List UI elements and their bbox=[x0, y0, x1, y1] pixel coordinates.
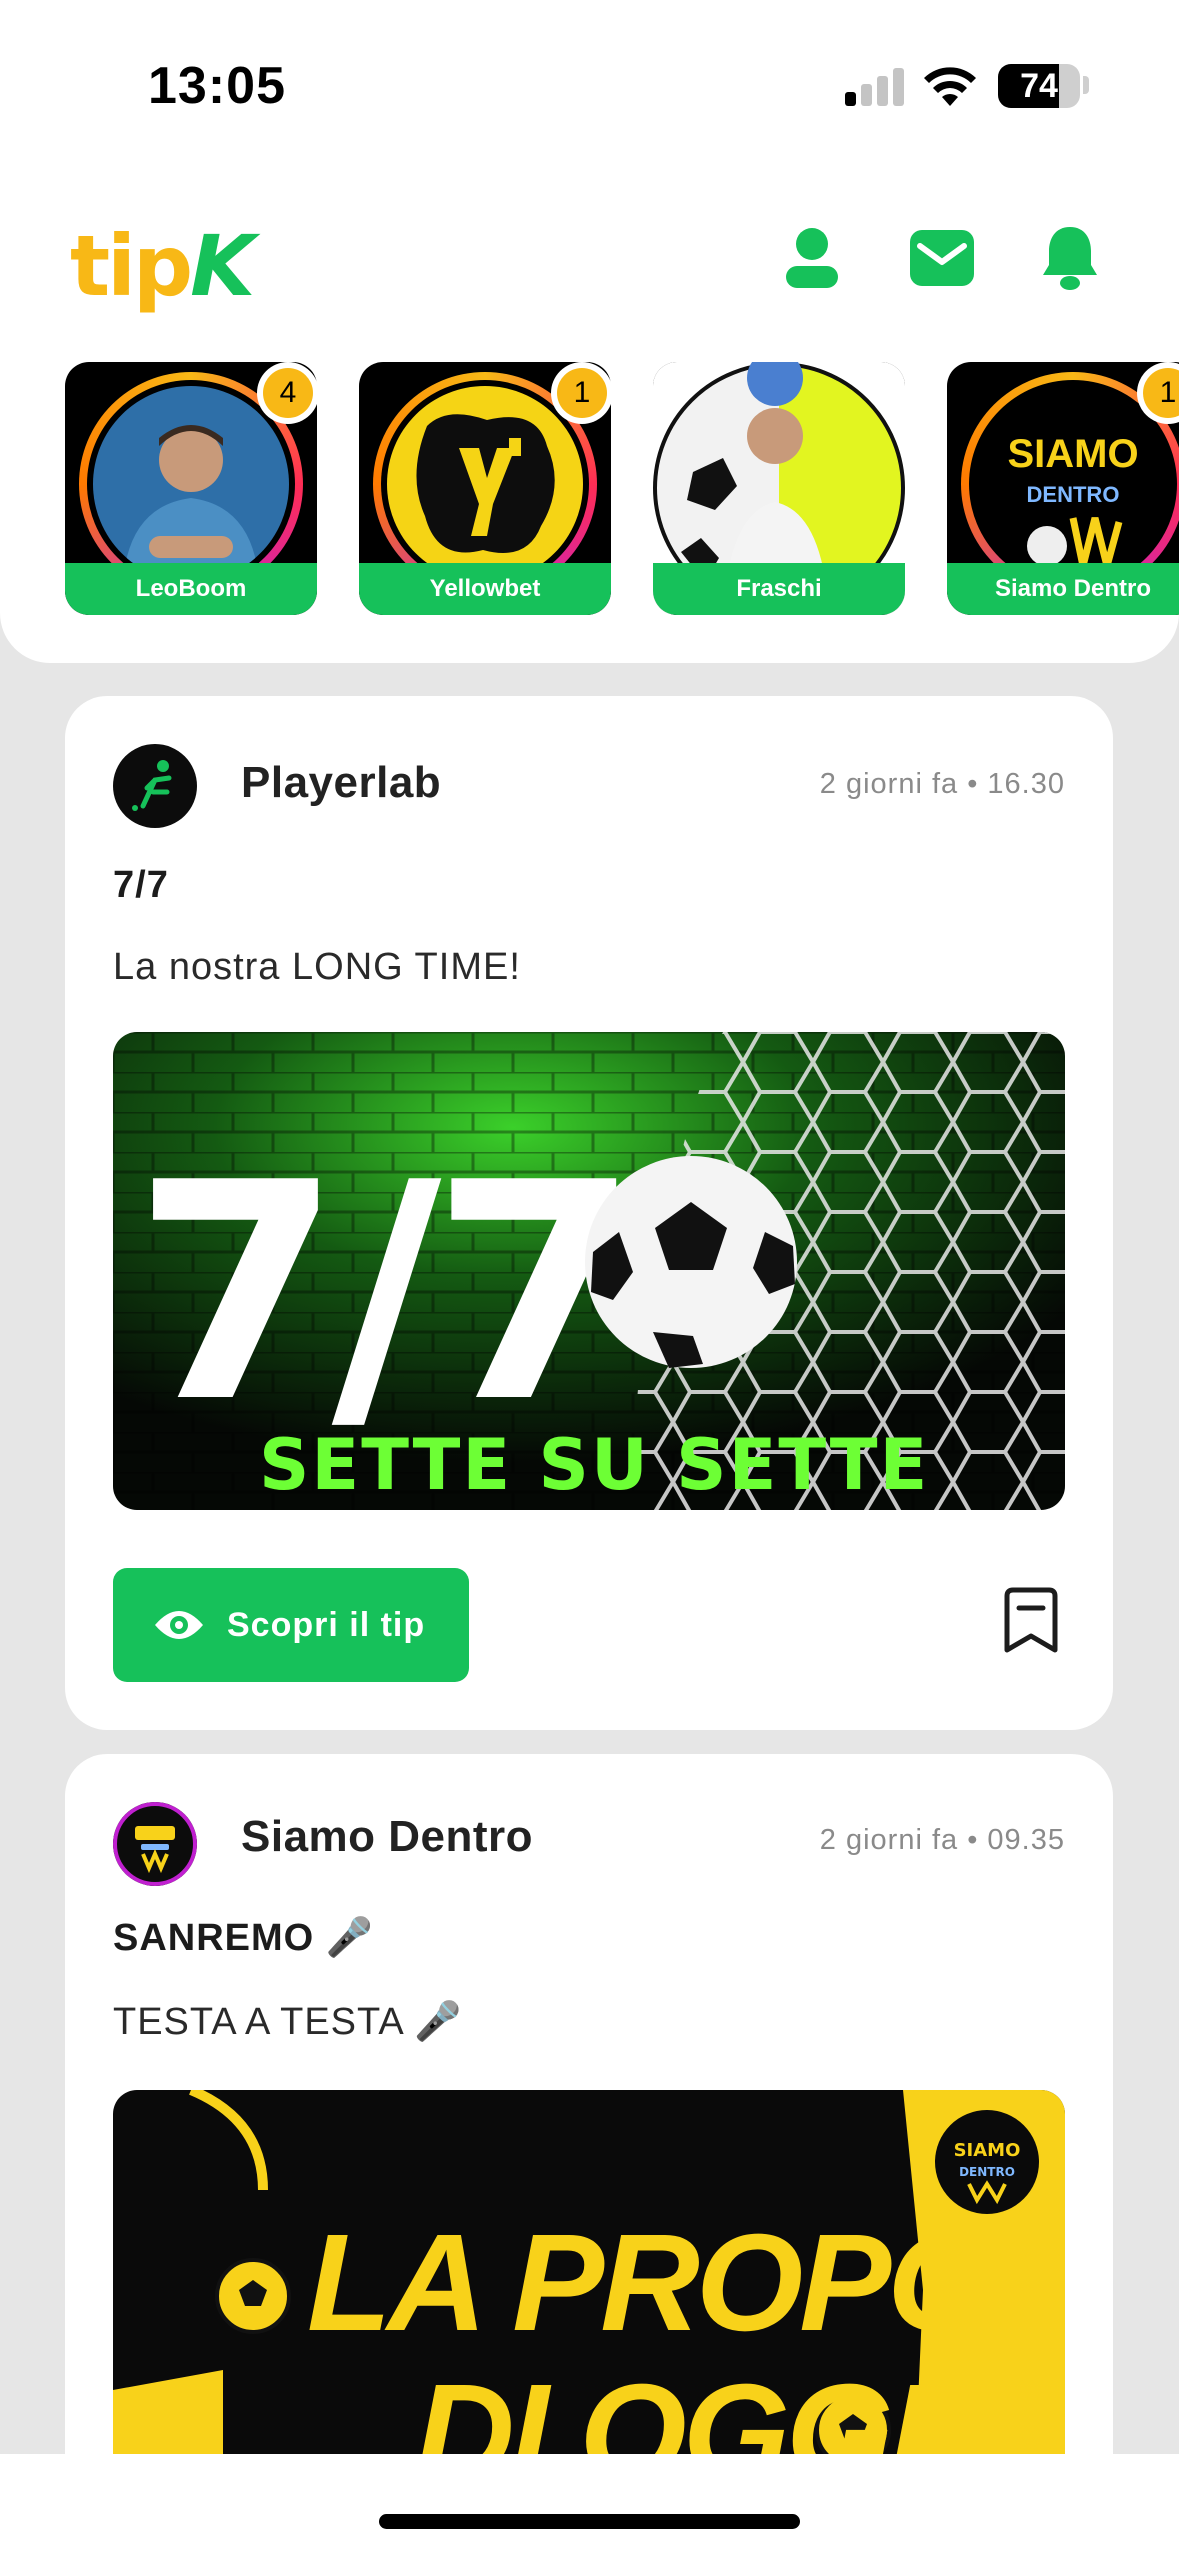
battery-percent: 74 bbox=[1020, 67, 1058, 105]
post-card: Playerlab 2 giorni fa • 16.30 7/7 La nos… bbox=[65, 696, 1113, 1730]
post-card: Siamo Dentro 2 giorni fa • 09.35 SANREMO… bbox=[65, 1754, 1113, 2514]
story-count-badge: 1 bbox=[551, 362, 613, 424]
status-time: 13:05 bbox=[148, 57, 286, 115]
story-avatar-yellowbet bbox=[387, 386, 583, 582]
post-timestamp: 2 giorni fa • 16.30 bbox=[819, 768, 1065, 800]
post-timestamp: 2 giorni fa • 09.35 bbox=[819, 1824, 1065, 1856]
image-big-text: 7/7 bbox=[133, 1119, 630, 1468]
post-image[interactable]: 7/7 SETTE SU SETTE bbox=[113, 1032, 1065, 1510]
cellular-signal-icon bbox=[845, 66, 905, 106]
battery-tip bbox=[1083, 76, 1089, 94]
image-headline-line1: LA PROPOSTA bbox=[307, 2206, 1065, 2360]
header-panel: 13:05 74 tip K LeoBoom 4 Yellowbet 1 Fra… bbox=[0, 0, 1179, 663]
author-name[interactable]: Playerlab bbox=[241, 758, 441, 808]
wifi-icon bbox=[924, 67, 976, 106]
siamo-logo-line1: SIAMO bbox=[1007, 432, 1139, 476]
logo-text-yellow: tip bbox=[70, 217, 193, 315]
story-label: Fraschi bbox=[653, 563, 905, 615]
bell-icon[interactable] bbox=[1034, 222, 1106, 294]
tipk-logo[interactable]: tip K bbox=[70, 217, 255, 315]
image-badge-line2: DENTRO bbox=[959, 2165, 1015, 2179]
post-title: SANREMO 🎤 bbox=[113, 1917, 375, 1959]
profile-icon[interactable] bbox=[776, 222, 848, 294]
battery-icon: 74 bbox=[998, 64, 1080, 108]
reveal-tip-label: Scopri il tip bbox=[227, 1605, 426, 1644]
post-body: La nostra LONG TIME! bbox=[113, 946, 521, 988]
story-avatar-leoboom bbox=[93, 386, 289, 582]
post-image[interactable]: LA PROPOSTA DI OGGI SIAMO DENTRO bbox=[113, 2090, 1065, 2514]
post-title: 7/7 bbox=[113, 864, 169, 906]
home-indicator-area bbox=[0, 2454, 1179, 2556]
story-avatar-siamo-dentro: SIAMO DENTRO bbox=[975, 386, 1171, 582]
reveal-tip-button[interactable]: Scopri il tip bbox=[113, 1568, 469, 1682]
home-indicator[interactable] bbox=[379, 2514, 800, 2529]
story-label: LeoBoom bbox=[65, 563, 317, 615]
logo-text-green: K bbox=[190, 217, 255, 315]
story-label: Yellowbet bbox=[359, 563, 611, 615]
status-bar: 13:05 74 bbox=[0, 0, 1179, 160]
story-count-badge: 4 bbox=[257, 362, 319, 424]
story-label: Siamo Dentro bbox=[947, 563, 1179, 615]
image-badge-line1: SIAMO bbox=[954, 2140, 1021, 2161]
bookmark-icon[interactable] bbox=[1001, 1586, 1061, 1654]
author-avatar-siamo-dentro[interactable] bbox=[113, 1802, 197, 1886]
stories-row: LeoBoom 4 Yellowbet 1 Fraschi SIAMO DENT… bbox=[0, 362, 1179, 618]
post-body: TESTA A TESTA 🎤 bbox=[113, 2001, 463, 2043]
mail-icon[interactable] bbox=[906, 222, 978, 294]
siamo-logo-line2: DENTRO bbox=[1026, 482, 1120, 507]
image-caption-text: SETTE SU SETTE bbox=[259, 1424, 929, 1506]
author-avatar-playerlab[interactable] bbox=[113, 744, 197, 828]
author-name[interactable]: Siamo Dentro bbox=[241, 1812, 533, 1862]
story-fraschi[interactable]: Fraschi bbox=[653, 362, 905, 615]
eye-icon bbox=[155, 1611, 203, 1639]
